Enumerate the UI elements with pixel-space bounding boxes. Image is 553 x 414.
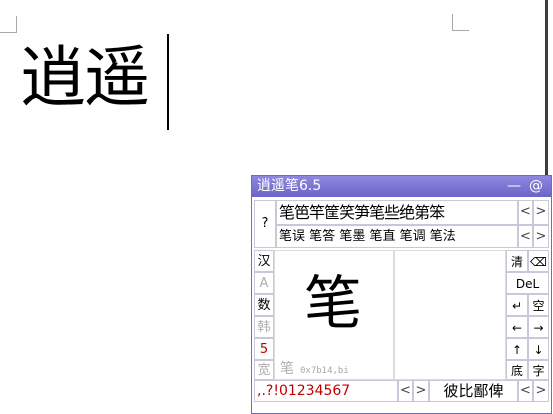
document-text[interactable]: 逍遥	[20, 38, 150, 118]
candidate-row-1[interactable]: 笔笆竿筐笑笋笔些绝第笨	[276, 200, 518, 225]
delete-button[interactable]: DeL	[506, 272, 549, 294]
ime-window[interactable]: 逍遥笔6.5 — @ ? 笔笆竿筐笑笋笔些绝第笨 < > 笔误 笔答 笔墨 笔直…	[251, 175, 552, 414]
candidate[interactable]: 筐	[324, 203, 340, 222]
candidate[interactable]: 笋	[354, 203, 370, 222]
row2-next-arrow[interactable]: >	[533, 225, 549, 248]
mode-number-button[interactable]: 数	[254, 294, 274, 316]
minimize-button[interactable]: —	[507, 176, 521, 197]
candidate[interactable]: 笨	[429, 203, 445, 222]
mode-korean-button[interactable]: 韩	[254, 316, 274, 338]
crop-mark-top-right	[452, 14, 469, 31]
mode-wide-button[interactable]: 宽	[254, 360, 274, 380]
punct-prev-arrow[interactable]: <	[398, 380, 413, 402]
row2-prev-arrow[interactable]: <	[518, 225, 533, 248]
cursor-left-button[interactable]: ←	[506, 316, 528, 338]
help-button[interactable]: @	[529, 176, 543, 197]
enter-button[interactable]: ↵	[506, 294, 528, 316]
cursor-up-button[interactable]: ↑	[506, 338, 528, 360]
stroke-width-button[interactable]: 5	[254, 338, 274, 360]
crop-mark-top-left	[0, 16, 17, 33]
space-button[interactable]: 空	[528, 294, 549, 316]
writing-pad-2[interactable]	[394, 250, 506, 380]
candidate-row-2[interactable]: 笔误 笔答 笔墨 笔直 笔调 笔法	[276, 225, 518, 248]
candidate[interactable]: 笆	[294, 203, 310, 222]
clear-button[interactable]: 清	[506, 250, 528, 272]
phrase-candidate[interactable]: 笔误	[279, 229, 305, 244]
text-caret	[167, 34, 169, 130]
candidate[interactable]: 第	[414, 203, 430, 222]
char-button[interactable]: 字	[528, 360, 549, 380]
punctuation-row[interactable]: ,.?!01234567	[254, 380, 398, 402]
candidate[interactable]: 绝	[399, 203, 415, 222]
backspace-button[interactable]: ⌫	[528, 250, 549, 272]
cursor-right-button[interactable]: →	[528, 316, 549, 338]
mode-alpha-button[interactable]: A	[254, 272, 274, 294]
char-code: 0x7b14,bi	[300, 366, 349, 376]
help-question-button[interactable]: ?	[254, 200, 276, 248]
phrase-candidate[interactable]: 笔直	[369, 229, 395, 244]
row1-next-arrow[interactable]: >	[533, 200, 549, 225]
homophone-prev-arrow[interactable]: <	[518, 380, 533, 402]
ime-title: 逍遥笔6.5	[257, 178, 322, 194]
candidate[interactable]: 些	[384, 203, 400, 222]
bottom-button[interactable]: 底	[506, 360, 528, 380]
phrase-candidate[interactable]: 笔墨	[339, 229, 365, 244]
phrase-candidate[interactable]: 笔调	[400, 229, 426, 244]
recognized-character: 笔	[304, 269, 363, 337]
mode-chinese-button[interactable]: 汉	[254, 250, 274, 272]
candidate[interactable]: 笔	[369, 203, 385, 222]
candidate[interactable]: 竿	[309, 203, 325, 222]
ime-title-bar[interactable]: 逍遥笔6.5 — @	[252, 176, 551, 197]
phrase-candidate[interactable]: 笔法	[430, 229, 456, 244]
candidate[interactable]: 笑	[339, 203, 355, 222]
homophone-candidates[interactable]: 彼比鄙俾	[429, 380, 518, 402]
row1-prev-arrow[interactable]: <	[518, 200, 533, 225]
cursor-down-button[interactable]: ↓	[528, 338, 549, 360]
recognized-small-char: 笔	[280, 361, 294, 377]
candidate[interactable]: 笔	[279, 203, 295, 222]
homophone-next-arrow[interactable]: >	[533, 380, 549, 402]
punct-next-arrow[interactable]: >	[413, 380, 429, 402]
phrase-candidate[interactable]: 笔答	[309, 229, 335, 244]
